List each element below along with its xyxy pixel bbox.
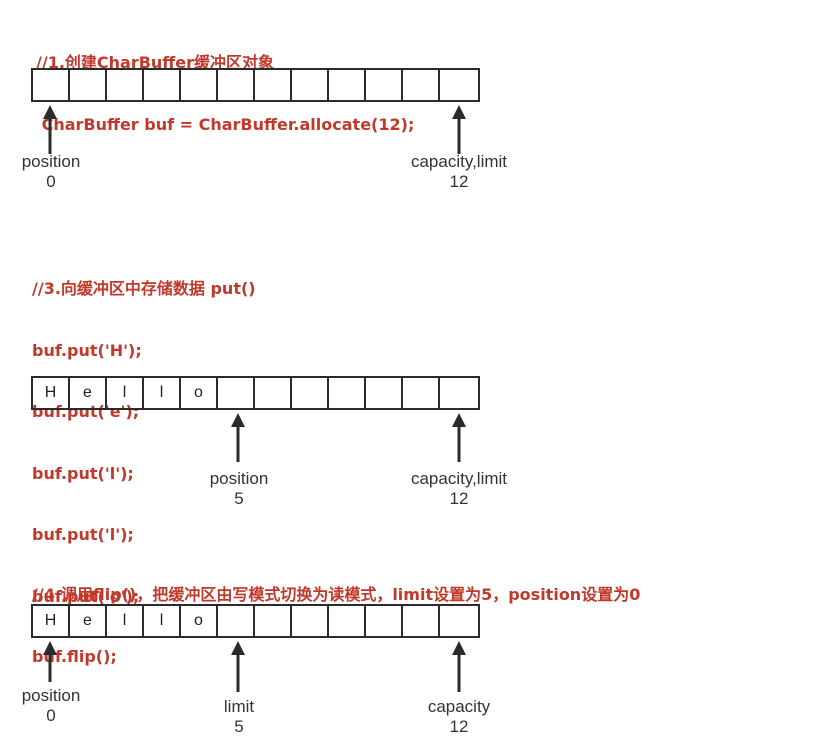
buffer-cell — [440, 378, 477, 408]
pointer-label: limit — [223, 697, 255, 716]
pointer-value: 5 — [234, 489, 244, 508]
buffer-cell — [440, 70, 477, 100]
up-arrow-icon — [452, 105, 466, 154]
up-arrow-icon — [43, 105, 57, 154]
pointer-position: position 0 — [22, 686, 81, 726]
buffer-cell — [255, 606, 292, 636]
buffer-cell: l — [144, 606, 181, 636]
pointer-capacity-limit: capacity,limit 12 — [411, 469, 507, 509]
buffer-cell: o — [181, 378, 218, 408]
buffer-cell: H — [33, 606, 70, 636]
code-line: buf.put('l'); — [32, 525, 134, 544]
buffer-cell: e — [70, 378, 107, 408]
pointer-label: capacity,limit — [410, 469, 508, 488]
buffer-cell — [70, 70, 107, 100]
pointer-value: 0 — [46, 172, 56, 191]
pointer-label: capacity — [427, 697, 491, 716]
up-arrow-icon — [452, 413, 466, 462]
char-buffer-empty — [31, 68, 480, 102]
pointer-label: position — [209, 469, 269, 488]
pointer-label: position — [21, 152, 81, 171]
char-buffer-flipped: H e l l o — [31, 604, 480, 638]
buffer-cell: l — [107, 378, 144, 408]
buffer-cell — [403, 378, 440, 408]
pointer-value: 5 — [234, 717, 244, 736]
buffer-cell — [218, 70, 255, 100]
buffer-cell — [218, 606, 255, 636]
buffer-cell — [366, 606, 403, 636]
buffer-cell — [255, 70, 292, 100]
up-arrow-icon — [452, 641, 466, 692]
pointer-position: position 5 — [210, 469, 269, 509]
buffer-cell — [255, 378, 292, 408]
code-line: CharBuffer buf = CharBuffer.allocate(12)… — [36, 114, 415, 134]
buffer-cell — [181, 70, 218, 100]
pointer-value: 12 — [449, 172, 469, 191]
buffer-cell — [218, 378, 255, 408]
code-line: buf.put('H'); — [32, 340, 142, 360]
buffer-cell: e — [70, 606, 107, 636]
buffer-cell — [144, 70, 181, 100]
buffer-cell — [403, 70, 440, 100]
pointer-limit: limit 5 — [224, 697, 254, 737]
buffer-cell — [329, 378, 366, 408]
code-line: buf.flip(); — [32, 646, 117, 666]
buffer-cell — [292, 70, 329, 100]
pointer-capacity-limit: capacity,limit 12 — [411, 152, 507, 192]
buffer-cell — [329, 70, 366, 100]
buffer-cell — [329, 606, 366, 636]
pointer-label: position — [21, 686, 81, 705]
buffer-cell — [366, 70, 403, 100]
buffer-cell: l — [107, 606, 144, 636]
pointer-label: capacity,limit — [410, 152, 508, 171]
pointer-value: 12 — [449, 489, 469, 508]
buffer-cell — [440, 606, 477, 636]
buffer-cell — [107, 70, 144, 100]
buffer-cell: o — [181, 606, 218, 636]
up-arrow-icon — [43, 641, 57, 682]
buffer-cell — [292, 378, 329, 408]
buffer-cell — [33, 70, 70, 100]
pointer-position: position 0 — [22, 152, 81, 192]
buffer-cell — [292, 606, 329, 636]
up-arrow-icon — [231, 413, 245, 462]
pointer-capacity: capacity 12 — [428, 697, 490, 737]
buffer-cell — [366, 378, 403, 408]
code-line: //4.调用flip()，把缓冲区由写模式切换为读模式，limit设置为5，po… — [32, 585, 641, 604]
buffer-cell — [403, 606, 440, 636]
buffer-cell: l — [144, 378, 181, 408]
char-buffer-filled: H e l l o — [31, 376, 480, 410]
up-arrow-icon — [231, 641, 245, 692]
code-line: //3.向缓冲区中存储数据 put() — [32, 279, 256, 298]
pointer-value: 0 — [46, 706, 56, 725]
buffer-cell: H — [33, 378, 70, 408]
pointer-value: 12 — [449, 717, 469, 736]
